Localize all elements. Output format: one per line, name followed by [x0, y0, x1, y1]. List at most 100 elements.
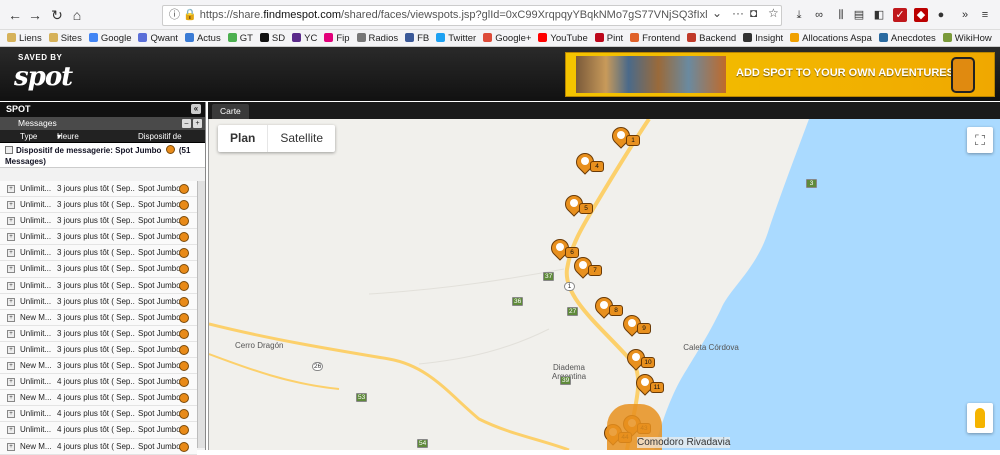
reload-icon[interactable]: ↻ [48, 6, 66, 24]
table-row[interactable]: + Unlimit... 3 jours plus tôt ( Sep... Spot… [0, 213, 197, 230]
forward-icon[interactable]: → [26, 6, 44, 24]
table-row[interactable]: + Unlimit... 3 jours plus tôt ( Sep... Spot… [0, 341, 197, 359]
extension-gray-icon[interactable]: ● [934, 8, 948, 22]
bookmark-youtube[interactable]: YouTube [538, 30, 588, 46]
expand-icon[interactable]: + [193, 119, 202, 128]
bookmark-allocations-aspa[interactable]: Allocations Aspa [790, 30, 872, 46]
expand-row-icon[interactable]: + [7, 201, 15, 210]
bookmark-twitter[interactable]: Twitter [436, 30, 476, 46]
bookmark-qwant[interactable]: Qwant [138, 30, 178, 46]
bookmark-fb[interactable]: FB [405, 30, 429, 46]
map[interactable]: Cerro DragónDiadema ArgentinaCaleta Córd… [208, 119, 1000, 450]
table-row[interactable]: + Unlimit... 3 jours plus tôt ( Sep... Spot… [0, 245, 197, 262]
expand-row-icon[interactable]: + [7, 281, 15, 290]
col-type[interactable]: Type [20, 130, 37, 143]
expand-row-icon[interactable]: + [7, 410, 15, 419]
menu-icon[interactable]: ≡ [978, 8, 992, 22]
map-marker[interactable]: 5 [561, 191, 593, 221]
expand-row-icon[interactable]: + [7, 313, 15, 322]
pegman-icon[interactable] [967, 403, 993, 433]
map-marker[interactable]: 4 [572, 149, 604, 179]
col-device[interactable]: Dispositif de [138, 130, 182, 143]
home-icon[interactable]: ⌂ [68, 6, 86, 24]
back-icon[interactable]: ← [6, 6, 24, 24]
bookmark-sd[interactable]: SD [259, 30, 285, 46]
map-marker[interactable]: 1 [608, 123, 640, 153]
url-bar[interactable]: ⓘ 🔒 https://share.findmespot.com/shared/f… [162, 5, 782, 26]
map-marker[interactable]: 9 [619, 311, 651, 341]
expand-row-icon[interactable]: + [7, 185, 15, 193]
extension-shield-icon[interactable]: ◆ [914, 8, 928, 22]
bookmark-gt[interactable]: GT [227, 30, 253, 46]
table-row[interactable]: + Unlimit... 4 jours plus tôt ( Sep... Spot… [0, 422, 197, 439]
bookmark-google-[interactable]: Google+ [483, 30, 531, 46]
table-row[interactable]: + Unlimit... 3 jours plus tôt ( Sep... Spot… [0, 197, 197, 214]
table-row[interactable]: + Unlimit... 3 jours plus tôt ( Sep... Spot… [0, 277, 197, 294]
expand-row-icon[interactable]: + [7, 362, 15, 371]
map-marker[interactable]: 7 [570, 253, 602, 283]
bookmark-pint[interactable]: Pint [594, 30, 623, 46]
table-row[interactable]: + Unlimit... 4 jours plus tôt ( Sep... Spot… [0, 374, 197, 391]
map-type-satellite-button[interactable]: Satellite [267, 125, 335, 152]
expand-row-icon[interactable]: + [7, 297, 15, 306]
table-row[interactable]: + Unlimit... 3 jours plus tôt ( Sep... Spot… [0, 325, 197, 342]
table-row[interactable]: + Unlimit... 3 jours plus tôt ( Sep... Spot… [0, 261, 197, 278]
table-row[interactable]: + New M... 3 jours plus tôt ( Sep... Spot J… [0, 358, 197, 375]
spot-logo[interactable]: SAVED BY spot [14, 51, 86, 97]
glasses-icon[interactable]: ∞ [812, 8, 826, 22]
chevron-down-icon[interactable]: ⌄ [712, 6, 722, 20]
map-marker[interactable]: 6 [547, 235, 579, 265]
bookmark-star-icon[interactable]: ☆ [768, 6, 779, 20]
table-row[interactable]: + New M... 4 jours plus tôt ( Sep... Spot J… [0, 438, 197, 455]
expand-row-icon[interactable]: + [7, 378, 15, 387]
bookmark-sites[interactable]: Sites [48, 30, 82, 46]
reader-icon[interactable]: ▤ [852, 8, 866, 22]
info-icon[interactable]: ⓘ [169, 9, 180, 21]
expand-row-icon[interactable]: + [7, 329, 15, 338]
overflow-icon[interactable]: » [958, 8, 972, 22]
ad-banner[interactable]: ADD SPOT TO YOUR OWN ADVENTURES >> [565, 52, 995, 97]
expand-row-icon[interactable]: + [7, 345, 15, 354]
bookmark-backend[interactable]: Backend [687, 30, 736, 46]
bookmark-liens[interactable]: Liens [7, 30, 42, 46]
expand-row-icon[interactable]: + [7, 394, 15, 403]
pocket-icon[interactable]: ◘ [750, 6, 757, 20]
bookmark-yc[interactable]: YC [292, 30, 317, 46]
tab-carte[interactable]: Carte [212, 104, 249, 119]
fullscreen-icon[interactable]: ⛶ [967, 127, 993, 153]
collapse-sidebar-icon[interactable]: « [191, 104, 201, 114]
bookmark-frontend[interactable]: Frontend [630, 30, 680, 46]
bookmark-fip[interactable]: Fip [324, 30, 350, 46]
bookmark-anecdotes[interactable]: Anecdotes [878, 30, 936, 46]
sidebar-toggle-icon[interactable]: ◧ [872, 8, 886, 22]
expand-row-icon[interactable]: + [7, 233, 15, 242]
table-row[interactable]: + Unlimit... 4 jours plus tôt ( Sep... Spot… [0, 406, 197, 423]
expand-row-icon[interactable]: + [7, 217, 15, 226]
map-marker[interactable]: 10 [623, 345, 655, 375]
expand-row-icon[interactable]: + [7, 426, 15, 435]
page-actions-icon[interactable]: ··· [732, 6, 744, 20]
table-row[interactable]: + Unlimit... 3 jours plus tôt ( Sep... Spot… [0, 293, 197, 310]
bookmark-insight[interactable]: Insight [743, 30, 783, 46]
table-row[interactable]: + Unlimit... 3 jours plus tôt ( Sep... Spot… [0, 181, 197, 198]
bookmark-google[interactable]: Google [88, 30, 131, 46]
bookmark-wikihow[interactable]: WikiHow [942, 30, 992, 46]
map-type-plan-button[interactable]: Plan [218, 125, 267, 152]
message-group[interactable]: Dispositif de messagerie: Spot Jumbo (51… [0, 143, 205, 168]
library-icon[interactable]: ⫼ [834, 8, 848, 22]
minimize-icon[interactable]: – [182, 119, 191, 128]
bookmark-actus[interactable]: Actus [184, 30, 221, 46]
expand-row-icon[interactable]: + [7, 442, 15, 451]
expand-row-icon[interactable]: + [7, 249, 15, 258]
table-row[interactable]: + New M... 4 jours plus tôt ( Sep... Spot J… [0, 390, 197, 407]
map-marker[interactable]: 11 [632, 370, 664, 400]
collapse-group-icon[interactable] [5, 146, 13, 154]
expand-row-icon[interactable]: + [7, 265, 15, 274]
bookmark-radios[interactable]: Radios [356, 30, 398, 46]
table-row[interactable]: + New M... 3 jours plus tôt ( Sep... Spot J… [0, 309, 197, 326]
map-marker[interactable]: 8 [591, 293, 623, 323]
download-icon[interactable]: ⤓ [792, 8, 806, 22]
table-row[interactable]: + Unlimit... 3 jours plus tôt ( Sep... Spot… [0, 229, 197, 246]
extension-red-icon[interactable]: ✓ [893, 8, 907, 22]
sidebar-scrollbar[interactable] [197, 181, 205, 448]
